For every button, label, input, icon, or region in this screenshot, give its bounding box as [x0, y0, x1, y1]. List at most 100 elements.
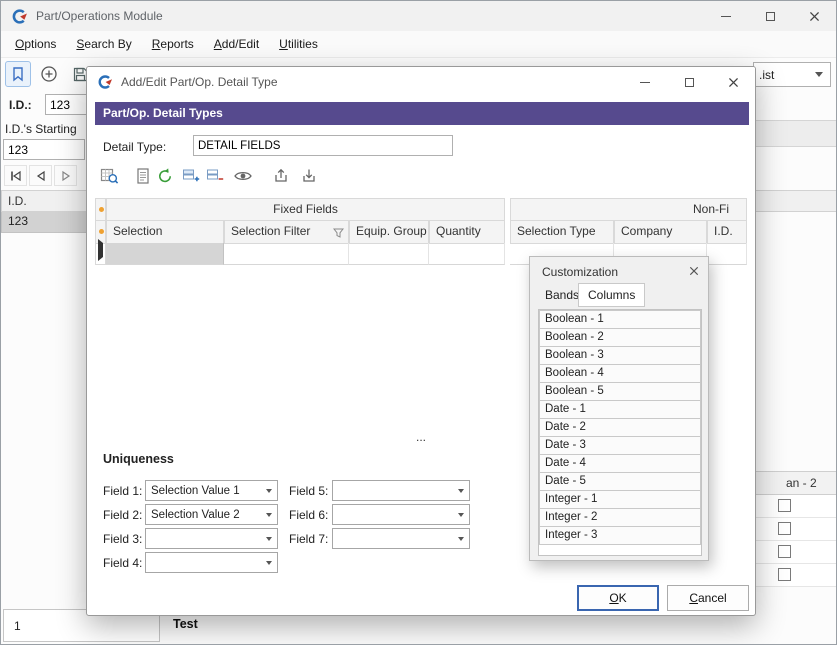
customization-list-item[interactable]: Boolean - 5	[539, 382, 701, 401]
previous-record-button[interactable]	[29, 165, 52, 186]
field-3-combo[interactable]	[145, 528, 278, 549]
chevron-down-icon	[458, 489, 464, 493]
field-1-combo[interactable]: Selection Value 1	[145, 480, 278, 501]
checkbox[interactable]	[778, 522, 791, 535]
filter-icon[interactable]	[333, 227, 344, 241]
customization-list: Boolean - 1 Boolean - 2 Boolean - 3 Bool…	[538, 309, 702, 556]
customization-list-item[interactable]: Integer - 2	[539, 508, 701, 527]
cell-selection[interactable]	[106, 243, 224, 265]
column-header-quantity[interactable]: Quantity	[429, 220, 505, 244]
cell-id[interactable]	[707, 243, 747, 265]
customization-list-item[interactable]: Date - 2	[539, 418, 701, 437]
detail-type-label: Detail Type:	[103, 140, 166, 154]
previous-record-icon	[35, 170, 47, 182]
field-7-combo[interactable]	[332, 528, 470, 549]
dialog-minimize-button[interactable]	[623, 67, 667, 97]
close-icon	[809, 11, 820, 22]
band-label: Fixed Fields	[107, 199, 504, 220]
window-controls	[704, 1, 836, 31]
eye-icon	[233, 167, 253, 185]
customization-close-button[interactable]	[686, 263, 702, 279]
cell-selection-filter[interactable]	[224, 243, 349, 265]
column-label: I.D.	[708, 221, 746, 242]
customization-list-item[interactable]: Date - 4	[539, 454, 701, 473]
cell-equip-group[interactable]	[349, 243, 429, 265]
menu-bar: Options Search By Reports Add/Edit Utili…	[1, 31, 836, 58]
refresh-button[interactable]	[153, 164, 177, 188]
dialog-close-button[interactable]	[711, 67, 755, 97]
import-icon	[300, 167, 318, 185]
cell-quantity[interactable]	[429, 243, 505, 265]
column-header-selection-filter[interactable]: Selection Filter	[224, 220, 349, 244]
customization-list-item[interactable]: Boolean - 1	[539, 310, 701, 329]
ok-button[interactable]: OK	[577, 585, 659, 611]
cancel-button[interactable]: Cancel	[667, 585, 749, 611]
add-row-button[interactable]	[179, 164, 203, 188]
ids-starting-input[interactable]	[3, 139, 85, 160]
menu-item-add-edit[interactable]: Add/Edit	[204, 33, 269, 55]
column-header-company[interactable]: Company	[614, 220, 707, 244]
bookmark-button[interactable]	[5, 61, 31, 87]
band-non-fixed[interactable]: Non-Fi	[510, 198, 747, 221]
indicator-icon	[99, 229, 104, 234]
customization-list-item[interactable]: Boolean - 3	[539, 346, 701, 365]
delete-row-button[interactable]	[203, 164, 227, 188]
window-title: Part/Operations Module	[36, 9, 163, 23]
field-3-label: Field 3:	[103, 532, 142, 546]
add-record-button[interactable]	[36, 61, 62, 87]
uniqueness-title: Uniqueness	[103, 452, 174, 466]
export-button[interactable]	[269, 164, 293, 188]
menu-item-reports[interactable]: Reports	[142, 33, 204, 55]
field-5-combo[interactable]	[332, 480, 470, 501]
chevron-down-icon	[458, 537, 464, 541]
boolean2-column-header: an - 2	[756, 471, 837, 495]
field-2-combo[interactable]: Selection Value 2	[145, 504, 278, 525]
customization-list-item[interactable]: Date - 3	[539, 436, 701, 455]
column-header-id[interactable]: I.D.	[707, 220, 747, 244]
column-header-selection-type[interactable]: Selection Type	[510, 220, 614, 244]
menu-item-options[interactable]: Options	[5, 33, 66, 55]
band-fixed-fields[interactable]: Fixed Fields	[106, 198, 505, 221]
checkbox[interactable]	[778, 545, 791, 558]
customization-list-item[interactable]: Integer - 3	[539, 526, 701, 545]
detail-type-input[interactable]	[193, 135, 453, 156]
maximize-button[interactable]	[748, 1, 792, 31]
next-record-button[interactable]	[54, 165, 77, 186]
checkbox[interactable]	[778, 499, 791, 512]
tab-columns[interactable]: Columns	[578, 283, 645, 307]
menu-item-search-by[interactable]: Search By	[66, 33, 141, 55]
minimize-icon	[640, 82, 650, 83]
part-operations-module-window: Part/Operations Module Options Search By…	[0, 0, 837, 645]
indicator-icon	[99, 207, 104, 212]
dialog-maximize-button[interactable]	[667, 67, 711, 97]
column-header-row: Selection Selection Filter Equip. Group …	[87, 220, 755, 244]
first-record-button[interactable]	[4, 165, 27, 186]
customization-list-item[interactable]: Boolean - 2	[539, 328, 701, 347]
customization-list-item[interactable]: Integer - 1	[539, 490, 701, 509]
customization-list-item[interactable]: Date - 1	[539, 400, 701, 419]
minimize-button[interactable]	[704, 1, 748, 31]
customization-list-item[interactable]: Date - 5	[539, 472, 701, 491]
report-icon	[134, 167, 152, 185]
column-label: Selection Filter	[225, 221, 348, 242]
column-header-equip-group[interactable]: Equip. Group	[349, 220, 429, 244]
checkbox[interactable]	[778, 568, 791, 581]
menu-item-utilities[interactable]: Utilities	[269, 33, 328, 55]
right-panel-band	[756, 120, 837, 147]
delete-row-icon	[206, 167, 224, 185]
close-button[interactable]	[792, 1, 836, 31]
visibility-button[interactable]	[231, 164, 255, 188]
dropdown-arrow-icon[interactable]	[809, 64, 829, 85]
maximize-icon	[685, 78, 694, 87]
customization-list-item[interactable]: Boolean - 4	[539, 364, 701, 383]
right-grid-header	[756, 190, 837, 212]
field-6-combo[interactable]	[332, 504, 470, 525]
field-4-combo[interactable]	[145, 552, 278, 573]
preview-button[interactable]	[131, 164, 155, 188]
lookup-button[interactable]	[97, 164, 121, 188]
chevron-down-icon	[266, 513, 272, 517]
list-dropdown[interactable]: .ist	[753, 62, 831, 87]
field-2-value: Selection Value 2	[151, 507, 240, 524]
import-button[interactable]	[297, 164, 321, 188]
column-header-selection[interactable]: Selection	[106, 220, 224, 244]
